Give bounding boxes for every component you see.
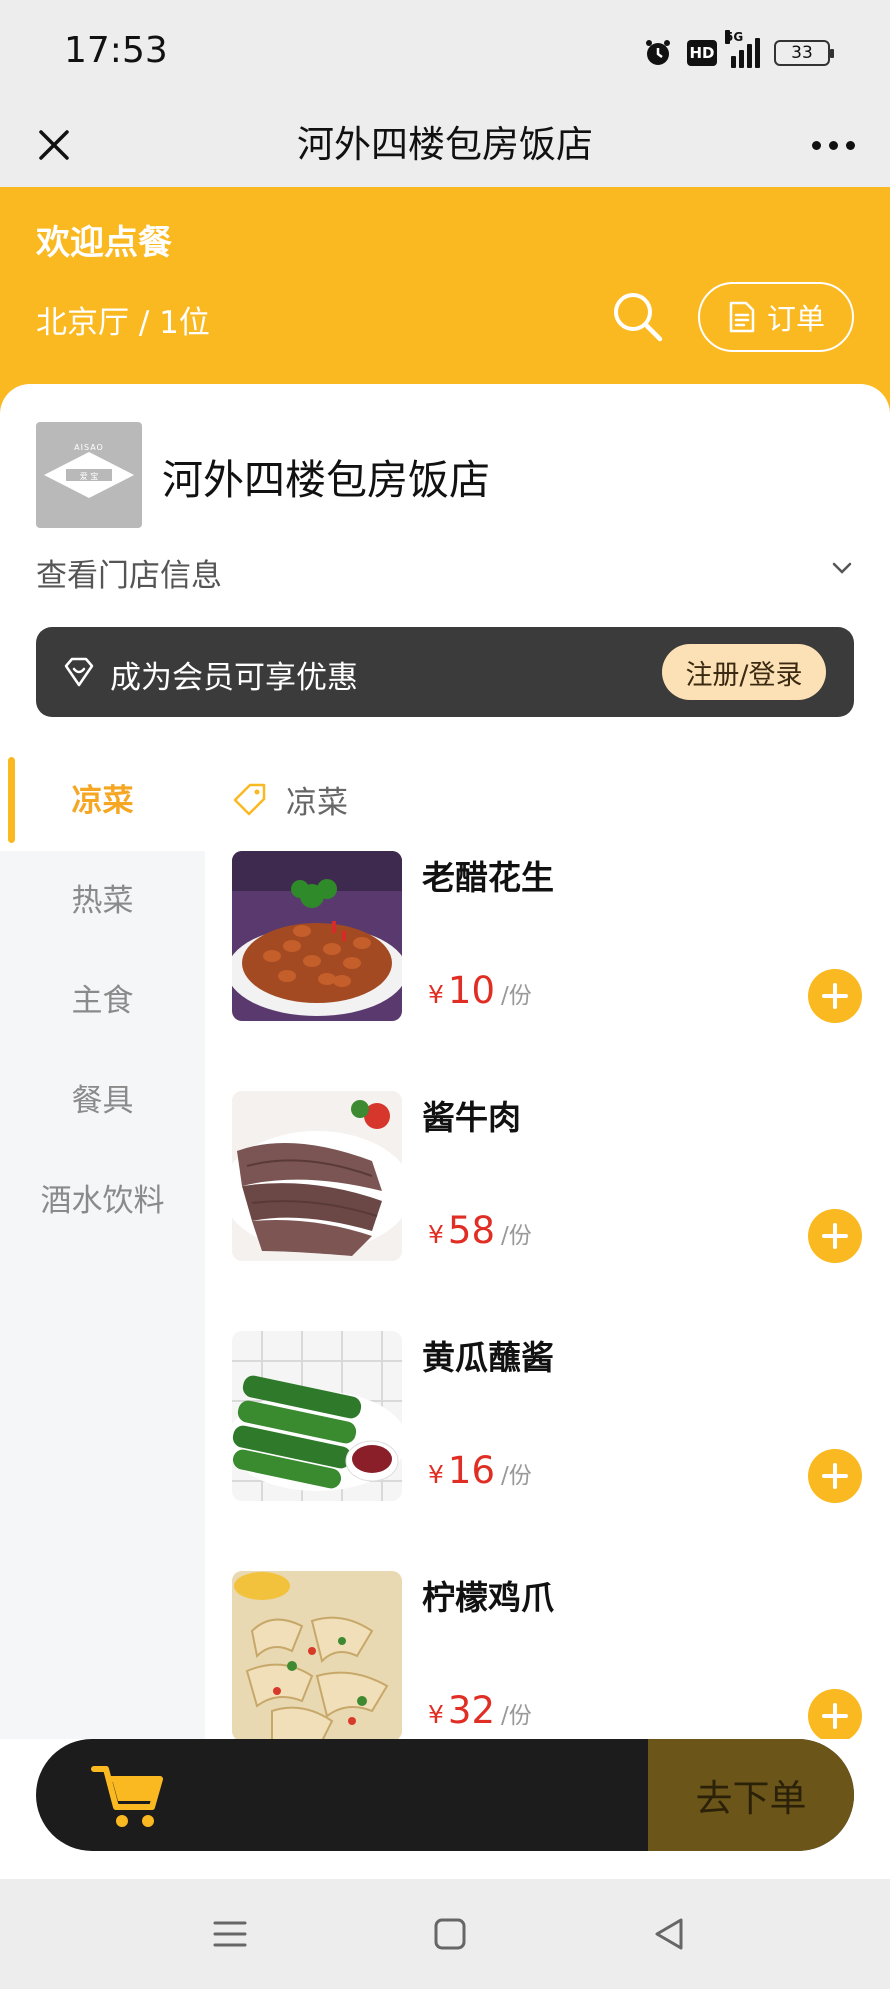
dish-item: 酱牛肉 ¥ 58 /份: [232, 1091, 862, 1263]
dish-item: 柠檬鸡爪 ¥ 32 /份: [232, 1571, 862, 1739]
price-currency: ¥: [428, 980, 444, 1009]
status-bar: 17:53 HD 5G 33: [0, 0, 890, 105]
dish-price: ¥ 32 /份: [428, 1689, 532, 1732]
diamond-heart-icon: [64, 657, 94, 687]
member-text: 成为会员可享优惠: [110, 660, 358, 696]
more-dot-icon: [811, 140, 821, 150]
menu-card: 爱 宝 AISAO 河外四楼包房饭店 查看门店信息 成为会员可享优惠 注册/登录…: [0, 384, 890, 1739]
category-header: 凉菜: [232, 774, 348, 824]
order-button[interactable]: 订单: [698, 282, 854, 352]
category-item[interactable]: 热菜: [0, 851, 205, 951]
dish-image[interactable]: [232, 1571, 402, 1739]
expand-button[interactable]: [828, 554, 856, 582]
category-item[interactable]: 酒水饮料: [0, 1151, 205, 1251]
chevron-down-icon: [832, 562, 852, 574]
svg-text:爱 宝: 爱 宝: [80, 471, 99, 481]
price-value: 58: [447, 1209, 495, 1252]
category-item[interactable]: 餐具: [0, 1051, 205, 1151]
category-item[interactable]: 主食: [0, 951, 205, 1051]
search-icon: [614, 293, 663, 342]
more-dot-icon: [828, 140, 838, 150]
title-bar: 河外四楼包房饭店: [0, 105, 890, 187]
hd-icon: HD: [687, 40, 717, 66]
price-value: 16: [447, 1449, 495, 1492]
svg-text:AISAO: AISAO: [74, 443, 104, 452]
tag-icon: [233, 783, 266, 816]
menu-nav-button[interactable]: [205, 1909, 255, 1959]
dish-image[interactable]: [232, 1091, 402, 1261]
price-unit: /份: [501, 983, 532, 1009]
more-dot-icon: [845, 140, 855, 150]
add-to-cart-button[interactable]: [808, 1209, 862, 1263]
cart-bar: 去下单: [36, 1739, 854, 1851]
status-time: 17:53: [64, 30, 168, 71]
price-currency: ¥: [428, 1220, 444, 1249]
dish-price: ¥ 58 /份: [428, 1209, 532, 1252]
back-nav-button[interactable]: [645, 1909, 695, 1959]
price-value: 10: [447, 969, 495, 1012]
checkout-button[interactable]: 去下单: [648, 1739, 854, 1851]
signal-icon: 5G: [725, 30, 760, 68]
price-currency: ¥: [428, 1700, 444, 1729]
alarm-icon: [646, 40, 670, 65]
dish-price: ¥ 10 /份: [428, 969, 532, 1012]
menu-icon: [213, 1921, 247, 1947]
member-banner: 成为会员可享优惠 注册/登录: [36, 627, 854, 717]
dish-name: 柠檬鸡爪: [422, 1578, 554, 1617]
store-info-link[interactable]: 查看门店信息: [36, 550, 222, 595]
page-title: 河外四楼包房饭店: [297, 123, 593, 166]
dish-image[interactable]: [232, 1331, 402, 1501]
store-name: 河外四楼包房饭店: [162, 456, 490, 504]
logo-mark: 爱 宝 AISAO: [44, 443, 134, 498]
dish-image[interactable]: [232, 851, 402, 1021]
dish-name: 老醋花生: [422, 858, 554, 897]
add-to-cart-button[interactable]: [808, 1449, 862, 1503]
order-label: 订单: [766, 302, 825, 336]
dish-name: 酱牛肉: [422, 1098, 521, 1137]
dish-item: 老醋花生 ¥ 10 /份: [232, 851, 862, 1023]
dish-name: 黄瓜蘸酱: [422, 1338, 554, 1377]
category-item[interactable]: 凉菜: [0, 751, 205, 851]
network-label: 5G: [725, 30, 744, 44]
back-triangle-icon: [655, 1918, 683, 1950]
battery-icon: 33: [774, 40, 834, 66]
add-to-cart-button[interactable]: [808, 969, 862, 1023]
store-logo: 爱 宝 AISAO: [36, 422, 142, 528]
price-currency: ¥: [428, 1460, 444, 1489]
home-square-icon: [434, 1918, 466, 1950]
more-button[interactable]: [798, 125, 868, 165]
welcome-text: 欢迎点餐: [36, 223, 172, 263]
price-value: 32: [447, 1689, 495, 1732]
add-to-cart-button[interactable]: [808, 1689, 862, 1739]
price-unit: /份: [501, 1463, 532, 1489]
register-login-button[interactable]: 注册/登录: [662, 644, 826, 700]
shopping-cart-icon: [91, 1766, 163, 1827]
price-unit: /份: [501, 1703, 532, 1729]
price-unit: /份: [501, 1223, 532, 1249]
search-button[interactable]: [608, 287, 668, 347]
dish-price: ¥ 16 /份: [428, 1449, 532, 1492]
home-nav-button[interactable]: [425, 1909, 475, 1959]
table-info: 北京厅 / 1位: [36, 305, 210, 341]
status-icons: HD 5G 33: [643, 30, 834, 70]
document-icon: [729, 301, 755, 333]
category-title: 凉菜: [286, 784, 348, 821]
dish-item: 黄瓜蘸酱 ¥ 16 /份: [232, 1331, 862, 1503]
category-sidebar: 凉菜 热菜 主食 餐具 酒水饮料: [0, 751, 205, 1739]
cart-button[interactable]: [86, 1755, 166, 1835]
system-nav-bar: [0, 1879, 890, 1989]
